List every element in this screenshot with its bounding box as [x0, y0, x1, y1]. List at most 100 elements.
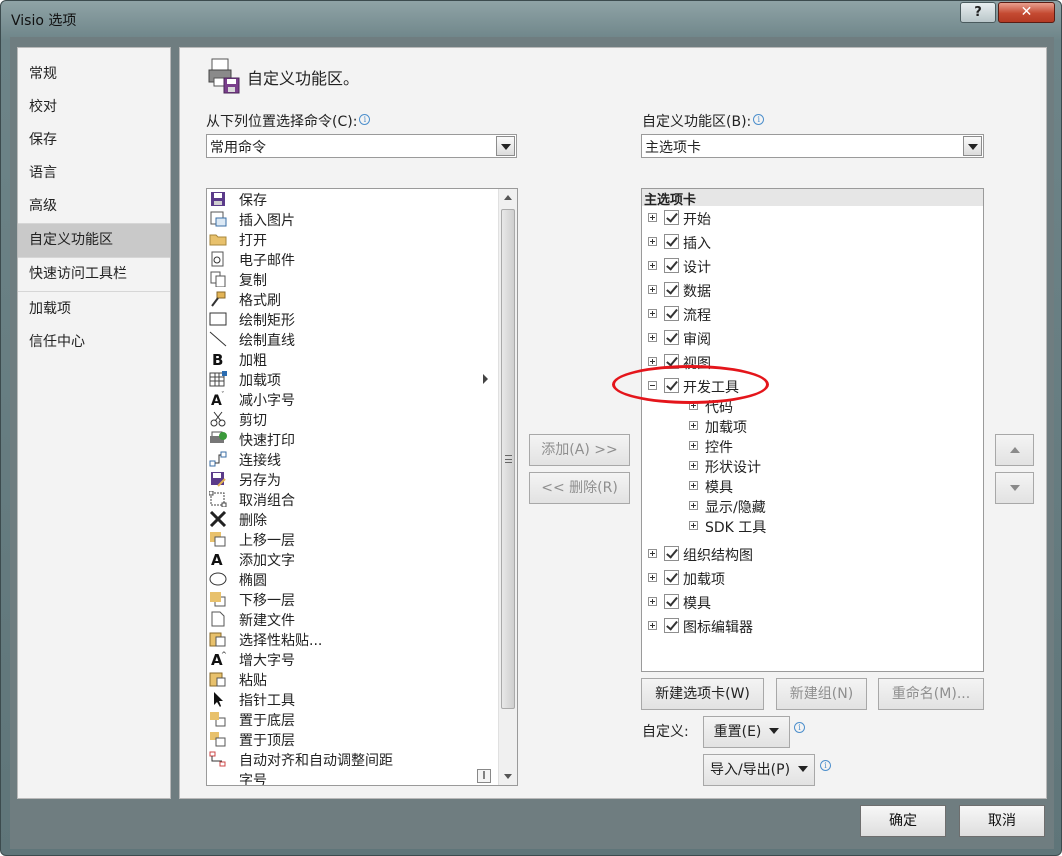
nav-item[interactable]: 快速访问工具栏	[18, 258, 170, 291]
command-item[interactable]: 连接线	[207, 449, 497, 469]
tab-checkbox[interactable]	[664, 306, 679, 321]
command-item[interactable]: 椭圆	[207, 569, 497, 589]
expand-icon[interactable]	[648, 549, 657, 558]
expand-icon[interactable]	[689, 441, 698, 450]
ribbon-tab-item[interactable]: 加载项	[642, 567, 972, 591]
tab-checkbox[interactable]	[664, 618, 679, 633]
scroll-thumb[interactable]	[501, 209, 515, 709]
expand-icon[interactable]	[689, 521, 698, 530]
new-tab-button[interactable]: 新建选项卡(W)	[641, 678, 764, 710]
command-item[interactable]: 置于顶层	[207, 729, 497, 749]
command-item[interactable]: 保存	[207, 189, 497, 209]
move-up-button[interactable]	[995, 434, 1034, 466]
command-item[interactable]: 上移一层	[207, 529, 497, 549]
tab-checkbox[interactable]	[664, 282, 679, 297]
ribbon-tab-item[interactable]: 模具	[642, 591, 972, 615]
expand-icon[interactable]	[648, 573, 657, 582]
tab-checkbox[interactable]	[664, 234, 679, 249]
rename-button[interactable]: 重命名(M)...	[878, 678, 984, 710]
tab-checkbox[interactable]	[664, 378, 679, 393]
reset-button[interactable]: 重置(E)	[703, 716, 790, 748]
close-button[interactable]: ✕	[998, 2, 1055, 23]
info-icon[interactable]: i	[359, 114, 371, 125]
command-item[interactable]: 选择性粘贴...	[207, 629, 497, 649]
ribbon-tab-item[interactable]: 组织结构图	[642, 543, 972, 567]
command-item[interactable]: 另存为	[207, 469, 497, 489]
command-item[interactable]: 删除	[207, 509, 497, 529]
ribbon-group-item[interactable]: 加载项	[642, 415, 972, 436]
command-item[interactable]: 剪切	[207, 409, 497, 429]
tab-checkbox[interactable]	[664, 546, 679, 561]
nav-item[interactable]: 高级	[18, 190, 170, 223]
import-export-button[interactable]: 导入/导出(P)	[703, 754, 815, 786]
ribbon-tab-item[interactable]: 视图	[642, 351, 972, 375]
expand-icon[interactable]	[648, 261, 657, 270]
choose-commands-dropdown[interactable]: 常用命令	[206, 134, 517, 158]
commands-list[interactable]: 字号 自动对齐和自动调整间距 置于顶层 置于底层 指针工具 粘贴 A ^ 增大字号 选择性粘贴..…	[206, 188, 518, 786]
collapse-icon[interactable]	[648, 381, 657, 390]
command-item[interactable]: 插入图片	[207, 209, 497, 229]
customize-ribbon-dropdown[interactable]: 主选项卡	[641, 134, 984, 158]
command-item[interactable]: 字号	[207, 769, 497, 785]
new-group-button[interactable]: 新建组(N)	[776, 678, 867, 710]
command-item[interactable]: 快速打印	[207, 429, 497, 449]
command-item[interactable]: 格式刷	[207, 289, 497, 309]
ribbon-tab-item[interactable]: 审阅	[642, 327, 972, 351]
command-item[interactable]: 指针工具	[207, 689, 497, 709]
command-item[interactable]: 下移一层	[207, 589, 497, 609]
cancel-button[interactable]: 取消	[959, 805, 1045, 837]
remove-button[interactable]: << 删除(R)	[529, 472, 630, 504]
ribbon-group-item[interactable]: SDK 工具	[642, 515, 972, 536]
expand-icon[interactable]	[648, 357, 657, 366]
expand-icon[interactable]	[648, 213, 657, 222]
nav-item[interactable]: 常规	[18, 58, 170, 91]
command-item[interactable]: 复制	[207, 269, 497, 289]
expand-icon[interactable]	[648, 333, 657, 342]
command-item[interactable]: 加载项	[207, 369, 497, 389]
ribbon-tab-item[interactable]: 图标编辑器	[642, 615, 972, 639]
chevron-down-icon[interactable]	[963, 136, 982, 156]
nav-item[interactable]: 信任中心	[18, 326, 170, 359]
ribbon-group-item[interactable]: 形状设计	[642, 455, 972, 476]
command-item[interactable]: 置于底层	[207, 709, 497, 729]
command-item[interactable]: 新建文件	[207, 609, 497, 629]
ribbon-group-item[interactable]: 模具	[642, 475, 972, 496]
info-icon[interactable]: i	[794, 722, 805, 733]
tab-checkbox[interactable]	[664, 210, 679, 225]
command-item[interactable]: 打开	[207, 229, 497, 249]
tab-checkbox[interactable]	[664, 354, 679, 369]
ribbon-tree[interactable]: 主选项卡 开始 插入 设计 数据 流程 审阅 视图 开发工具 代码 加载项 控件 形状设计 模具 显示/隐…	[641, 188, 984, 672]
expand-icon[interactable]	[689, 461, 698, 470]
ribbon-tab-item[interactable]: 开始	[642, 207, 972, 231]
ribbon-tab-item[interactable]: 数据	[642, 279, 972, 303]
command-item[interactable]: 取消组合	[207, 489, 497, 509]
command-item[interactable]: A ^ 增大字号	[207, 649, 497, 669]
info-icon[interactable]: i	[753, 114, 765, 125]
info-icon[interactable]: i	[820, 760, 831, 771]
ok-button[interactable]: 确定	[860, 805, 946, 837]
command-item[interactable]: 自动对齐和自动调整间距	[207, 749, 497, 769]
expand-icon[interactable]	[689, 501, 698, 510]
nav-item[interactable]: 保存	[18, 124, 170, 157]
ribbon-tab-item[interactable]: 流程	[642, 303, 972, 327]
ribbon-tab-item[interactable]: 插入	[642, 231, 972, 255]
text-cursor-icon[interactable]: I	[477, 769, 491, 783]
expand-icon[interactable]	[648, 309, 657, 318]
tab-checkbox[interactable]	[664, 258, 679, 273]
move-down-button[interactable]	[995, 472, 1034, 504]
nav-item[interactable]: 校对	[18, 91, 170, 124]
command-item[interactable]: A 添加文字	[207, 549, 497, 569]
nav-item[interactable]: 语言	[18, 157, 170, 190]
command-item[interactable]: A ˇ 减小字号	[207, 389, 497, 409]
expand-icon[interactable]	[648, 285, 657, 294]
chevron-down-icon[interactable]	[496, 136, 515, 156]
nav-item[interactable]: 自定义功能区	[18, 224, 170, 257]
scroll-down-icon[interactable]	[504, 774, 512, 779]
command-item[interactable]: 绘制矩形	[207, 309, 497, 329]
ribbon-group-item[interactable]: 代码	[642, 395, 972, 416]
commands-scrollbar[interactable]	[498, 189, 517, 785]
ribbon-tab-item[interactable]: 设计	[642, 255, 972, 279]
expand-icon[interactable]	[648, 237, 657, 246]
help-button[interactable]: ?	[960, 2, 996, 23]
ribbon-group-item[interactable]: 控件	[642, 435, 972, 456]
